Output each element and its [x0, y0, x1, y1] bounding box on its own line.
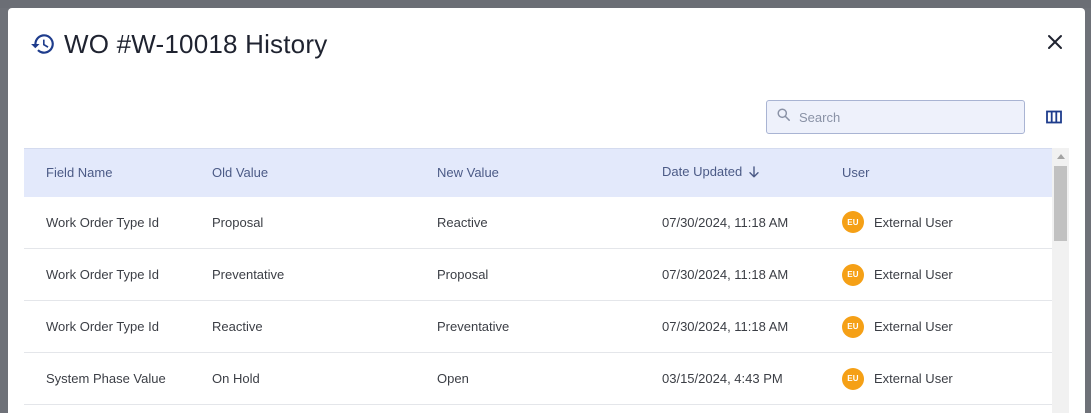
cell-old-value: Proposal	[212, 214, 264, 230]
avatar: EU	[842, 211, 864, 234]
table-row[interactable]: Work Order Type Id Proposal Reactive 07/…	[24, 197, 1052, 249]
cell-user: EU External User	[820, 353, 1052, 405]
cell-date-updated: 07/30/2024, 11:18 AM	[662, 267, 789, 282]
table-scrollbar[interactable]	[1052, 148, 1069, 413]
table-row[interactable]: System Phase Value On Hold Open 03/15/20…	[24, 353, 1052, 405]
avatar: EU	[842, 315, 864, 338]
table-row[interactable]: Work Order Type Id Preventative Proposal…	[24, 249, 1052, 301]
column-header-user[interactable]: User	[820, 148, 1052, 197]
table-row[interactable]: Work Order Type Id Reactive Preventative…	[24, 301, 1052, 353]
cell-new-value: Proposal	[437, 267, 489, 282]
cell-field-name: Work Order Type Id	[46, 214, 159, 230]
column-header-field-name[interactable]: Field Name	[24, 148, 190, 197]
cell-user: EU External User	[820, 249, 1052, 301]
search-icon	[777, 108, 790, 126]
column-header-date-updated[interactable]: Date Updated	[640, 148, 820, 197]
history-icon	[30, 31, 56, 57]
cell-date-updated: 07/30/2024, 11:18 AM	[662, 214, 789, 230]
cell-date-updated: 03/15/2024, 4:43 PM	[662, 371, 783, 386]
user-name: External User	[874, 371, 953, 386]
modal-title: WO #W-10018 History	[64, 28, 328, 59]
history-modal: WO #W-10018 History Search Field Name Ol…	[8, 8, 1085, 413]
history-table-container: Field Name Old Value New Value Date Upda…	[24, 148, 1052, 413]
scroll-up-arrow-icon[interactable]	[1057, 154, 1065, 159]
cell-new-value: Open	[437, 371, 469, 386]
close-icon[interactable]	[1047, 34, 1063, 50]
user-name: External User	[874, 267, 953, 282]
arrow-down-icon	[748, 166, 760, 181]
cell-old-value: On Hold	[212, 371, 260, 386]
avatar: EU	[842, 263, 864, 286]
search-input[interactable]	[799, 109, 999, 125]
table-header-row: Field Name Old Value New Value Date Upda…	[24, 148, 1052, 197]
cell-new-value: Preventative	[437, 319, 510, 334]
cell-user: EU External User	[820, 197, 1052, 249]
scrollbar-thumb[interactable]	[1054, 166, 1067, 241]
cell-user: EU External User	[820, 301, 1052, 353]
history-table: Field Name Old Value New Value Date Upda…	[24, 148, 1052, 405]
modal-backdrop	[0, 0, 1091, 8]
modal-header: WO #W-10018 History	[30, 28, 327, 60]
column-header-date-updated-label: Date Updated	[662, 164, 743, 180]
user-name: External User	[874, 319, 953, 334]
column-header-old-value[interactable]: Old Value	[190, 148, 415, 197]
cell-field-name: Work Order Type Id	[46, 267, 159, 282]
cell-old-value: Reactive	[212, 319, 263, 334]
cell-field-name: System Phase Value	[46, 371, 166, 386]
table-toolbar	[766, 100, 1062, 134]
cell-field-name: Work Order Type Id	[46, 319, 159, 334]
user-name: External User	[874, 214, 953, 230]
cell-new-value: Reactive	[437, 214, 488, 230]
search-box[interactable]	[766, 100, 1025, 134]
columns-icon[interactable]	[1046, 110, 1062, 124]
column-header-new-value[interactable]: New Value	[415, 148, 640, 197]
cell-date-updated: 07/30/2024, 11:18 AM	[662, 319, 789, 334]
avatar: EU	[842, 367, 864, 390]
cell-old-value: Preventative	[212, 267, 285, 282]
